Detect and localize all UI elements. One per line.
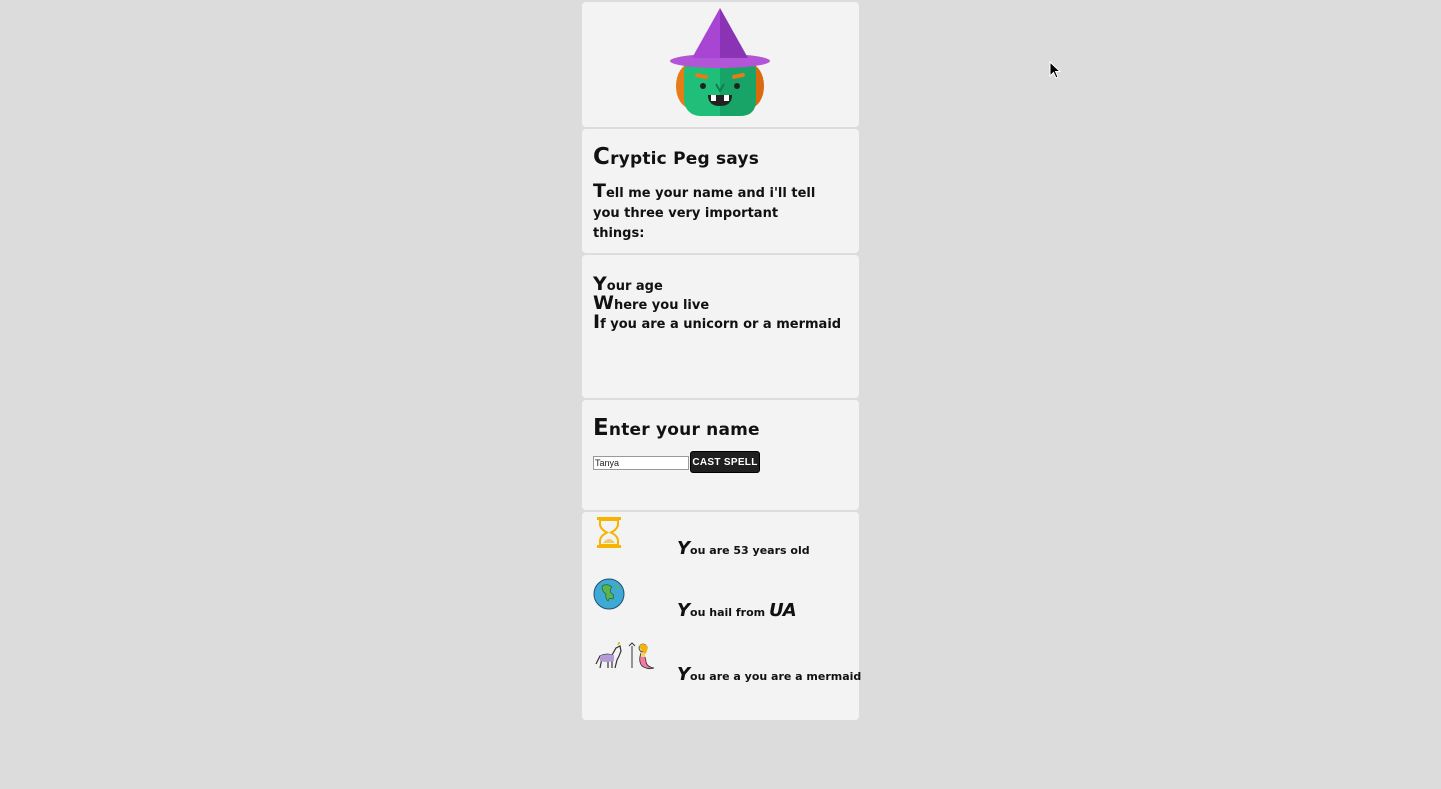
place-result: You hail from UA	[677, 600, 797, 621]
witch-face-icon	[670, 8, 770, 116]
things-list-card: Your age Where you live If you are a uni…	[582, 255, 859, 398]
cast-spell-button[interactable]: CAST SPELL	[690, 451, 760, 473]
earth-globe-icon	[593, 578, 625, 610]
hourglass-icon	[597, 517, 621, 548]
name-form-card: Enter your name CAST SPELL	[582, 400, 859, 510]
age-result: You are 53 years old	[677, 538, 810, 559]
avatar-card	[582, 2, 859, 127]
creature-result: You are a you are a mermaid	[677, 664, 862, 685]
form-title: Enter your name	[593, 415, 760, 441]
results-card: You are 53 years old You hail from UA Yo…	[582, 512, 862, 720]
list-item-location: Where you live	[593, 292, 710, 314]
list-item-creature: If you are a unicorn or a mermaid	[593, 311, 842, 333]
intro-message: Tell me your name and i'll tell you thre…	[593, 180, 816, 241]
unicorn-mermaid-icon	[595, 642, 655, 670]
mouse-pointer-icon	[1049, 61, 1061, 79]
name-input[interactable]	[593, 456, 689, 470]
intro-title: Cryptic Peg says	[593, 144, 760, 170]
intro-card: Cryptic Peg says Tell me your name and i…	[582, 129, 859, 253]
